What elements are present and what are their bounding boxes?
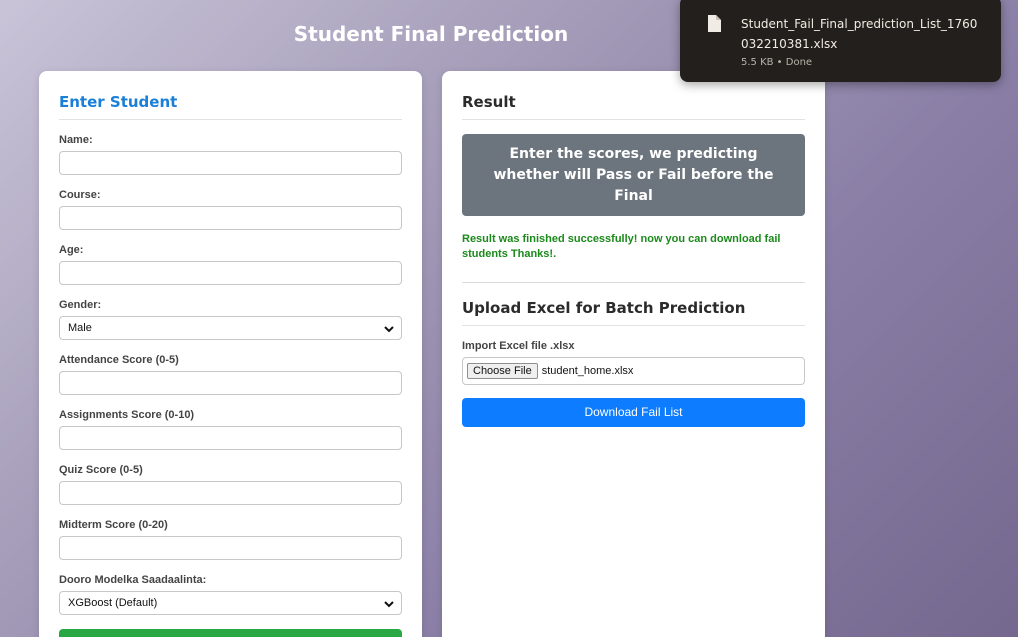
file-input[interactable]: Choose File student_home.xlsx: [462, 357, 805, 385]
result-message-box: Enter the scores, we predicting whether …: [462, 134, 805, 216]
gender-select[interactable]: Male: [59, 316, 402, 340]
document-icon: [708, 15, 721, 32]
gender-selected-value: Male: [68, 322, 92, 334]
file-label: Import Excel file .xlsx: [462, 340, 575, 352]
assignments-input[interactable]: [59, 426, 402, 450]
attendance-input[interactable]: [59, 371, 402, 395]
student-form-panel: Enter Student Name: Course: Age: Gender:…: [39, 71, 422, 637]
choose-file-button[interactable]: Choose File: [467, 363, 538, 379]
download-fail-list-button[interactable]: Download Fail List: [462, 398, 805, 427]
selected-file-name: student_home.xlsx: [541, 365, 634, 377]
result-heading: Result: [462, 93, 805, 120]
chevron-down-icon: [384, 601, 394, 608]
download-file-name[interactable]: Student_Fail_Final_prediction_List_17600…: [741, 14, 981, 54]
predict-button[interactable]: Predict Final Score: [59, 629, 402, 637]
success-message: Result was finished successfully! now yo…: [462, 233, 781, 260]
age-input[interactable]: [59, 261, 402, 285]
course-input[interactable]: [59, 206, 402, 230]
gender-label: Gender:: [59, 299, 102, 311]
result-message: Enter the scores, we predicting whether …: [493, 145, 774, 204]
quiz-label: Quiz Score (0-5): [59, 464, 143, 476]
download-meta: 5.5 KB • Done: [741, 57, 813, 68]
result-panel: Result Enter the scores, we predicting w…: [442, 71, 825, 637]
chevron-down-icon: [384, 326, 394, 333]
name-label: Name:: [59, 134, 93, 146]
model-select[interactable]: XGBoost (Default): [59, 591, 402, 615]
name-input[interactable]: [59, 151, 402, 175]
quiz-input[interactable]: [59, 481, 402, 505]
assignments-label: Assignments Score (0-10): [59, 409, 195, 421]
course-label: Course:: [59, 189, 101, 201]
upload-heading: Upload Excel for Batch Prediction: [462, 299, 805, 326]
download-popup[interactable]: Student_Fail_Final_prediction_List_17600…: [680, 0, 1001, 82]
model-selected-value: XGBoost (Default): [68, 597, 158, 609]
age-label: Age:: [59, 244, 84, 256]
form-heading: Enter Student: [59, 93, 402, 120]
midterm-input[interactable]: [59, 536, 402, 560]
divider: [462, 282, 805, 283]
model-label: Dooro Modelka Saadaalinta:: [59, 574, 207, 586]
attendance-label: Attendance Score (0-5): [59, 354, 179, 366]
midterm-label: Midterm Score (0-20): [59, 519, 168, 531]
